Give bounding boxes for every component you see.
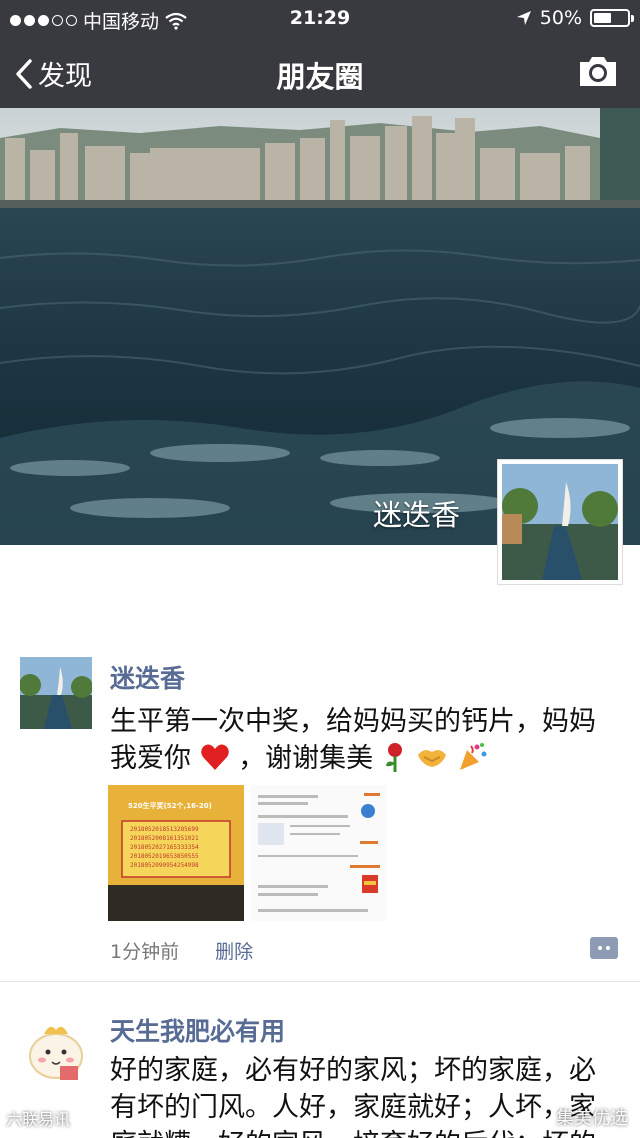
post-avatar[interactable] <box>20 1012 92 1084</box>
photo-code: 2018052018513285699 <box>130 826 199 833</box>
post-author[interactable]: 天生我肥必有用 <box>110 1012 285 1048</box>
photo-codes: 2018052018513285699 2018052008161351021 … <box>130 825 199 870</box>
handshake-emoji-icon <box>418 750 447 767</box>
post-text-part: ，谢谢集美 <box>238 743 374 774</box>
post-avatar[interactable] <box>20 657 92 729</box>
moments-page: 中国移动 21:29 50% 发现 朋友圈 迷迭香 迷迭香 生平第一次中奖，给妈… <box>0 0 640 1138</box>
photo-code: 2018052019653850555 <box>130 853 199 860</box>
avatar-image <box>20 1012 92 1084</box>
rose-emoji-icon <box>385 743 402 772</box>
heart-emoji-icon <box>200 744 229 770</box>
post-photo[interactable] <box>250 785 386 921</box>
comment-button[interactable] <box>590 937 618 959</box>
post-divider <box>0 981 640 982</box>
post-text-line: 庭就糟。好的家风，培育好的后代；坏的 <box>110 1126 620 1138</box>
watermark-left: 六联易讯 <box>6 1110 71 1129</box>
battery-percent: 50% <box>539 7 582 29</box>
post-text-line: 生平第一次中奖，给妈妈买的钙片，妈妈 <box>110 706 596 737</box>
post-time: 1分钟前 <box>110 941 180 963</box>
post-text: 生平第一次中奖，给妈妈买的钙片，妈妈 我爱你 ，谢谢集美 <box>110 703 620 777</box>
party-popper-emoji-icon <box>459 743 487 770</box>
post-text-line-2: 我爱你 ，谢谢集美 <box>110 740 620 777</box>
status-right: 50% <box>516 7 634 29</box>
photo-code: 2018052027165333354 <box>130 844 199 851</box>
post-meta: 1分钟前 删除 <box>110 937 253 964</box>
nav-bar: 发现 朋友圈 <box>0 40 640 104</box>
post-text-line: 好的家庭，必有好的家风；坏的家庭，必 <box>110 1055 596 1086</box>
post-text: 好的家庭，必有好的家风；坏的家庭，必 有坏的门风。人好，家庭就好；人坏，家 庭就… <box>110 1052 620 1138</box>
delete-link[interactable]: 删除 <box>215 941 253 963</box>
cover-username: 迷迭香 <box>372 498 460 532</box>
post-text-line: 有坏的门风。人好，家庭就好；人坏，家 <box>110 1092 596 1123</box>
avatar-image <box>20 657 92 729</box>
camera-icon[interactable] <box>578 54 618 88</box>
battery-icon <box>590 9 634 27</box>
post-text-part: 我爱你 <box>110 743 191 774</box>
post-photo[interactable]: 520生平奖(52个,16-20) 2018052018513285699 20… <box>108 785 244 921</box>
photo-code: 2018052008161351021 <box>130 835 199 842</box>
location-arrow-icon <box>516 11 531 25</box>
page-title: 朋友圈 <box>276 60 364 94</box>
photo-code: 2018052090954254998 <box>130 862 199 869</box>
status-bar: 中国移动 21:29 50% <box>0 0 640 36</box>
post-author[interactable]: 迷迭香 <box>110 659 185 695</box>
photo-header: 520生平奖(52个,16-20) <box>128 802 212 810</box>
cover-avatar[interactable] <box>497 459 623 585</box>
order-screenshot <box>250 785 386 921</box>
watermark-right: 集美优选 <box>556 1108 628 1129</box>
top-bar: 中国移动 21:29 50% 发现 朋友圈 <box>0 0 640 108</box>
avatar-image <box>502 464 618 580</box>
